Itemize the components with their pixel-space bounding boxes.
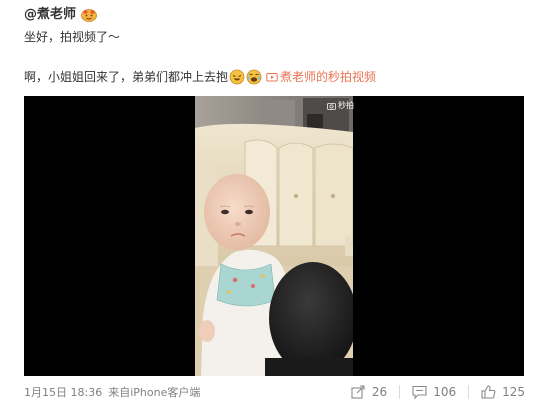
post-text-content: 啊，小姐姐回来了，弟弟们都冲上去抱 bbox=[24, 70, 229, 84]
post-actions: 26 106 125 bbox=[351, 378, 525, 406]
thumbs-up-icon bbox=[481, 385, 496, 399]
video-watermark: 秒拍 bbox=[327, 100, 354, 111]
repost-button[interactable]: 26 bbox=[351, 384, 399, 400]
post-text-line-1: 坐好，拍视频了～ bbox=[24, 30, 121, 44]
video-player[interactable]: 秒拍 bbox=[24, 96, 524, 376]
repost-count: 26 bbox=[371, 385, 388, 399]
comment-icon bbox=[412, 385, 427, 399]
comment-count: 106 bbox=[433, 385, 457, 399]
repost-icon bbox=[351, 385, 365, 399]
watermark-label: 秒拍 bbox=[338, 101, 354, 110]
video-link[interactable]: 煮老师的秒拍视频 bbox=[266, 68, 376, 86]
weibo-post: @煮老师 坐好，拍视频了～ 啊，小姐姐回来了，弟弟们都冲上去抱 煮老师的秒拍视频… bbox=[0, 0, 541, 414]
post-meta: 1月15日 18:36 来自 iPhone客户端 bbox=[24, 384, 200, 400]
author-line: @煮老师 bbox=[24, 6, 98, 24]
post-source[interactable]: iPhone客户端 bbox=[130, 384, 200, 400]
comment-button[interactable]: 106 bbox=[400, 384, 468, 400]
like-count: 125 bbox=[502, 385, 525, 399]
like-button[interactable]: 125 bbox=[469, 384, 525, 400]
video-link-label: 煮老师的秒拍视频 bbox=[280, 70, 377, 84]
camera-icon bbox=[327, 102, 336, 110]
emoji-face-icon bbox=[81, 9, 97, 22]
crying-laughing-emoji-icon bbox=[246, 69, 262, 85]
source-prefix: 来自 bbox=[108, 386, 131, 399]
video-icon bbox=[266, 73, 278, 82]
author-name[interactable]: @煮老师 bbox=[24, 6, 76, 24]
laughing-emoji-icon bbox=[229, 69, 245, 85]
post-footer: 1月15日 18:36 来自 iPhone客户端 26 106 125 bbox=[24, 378, 525, 406]
video-frame bbox=[195, 96, 353, 376]
post-timestamp[interactable]: 1月15日 18:36 bbox=[24, 384, 102, 400]
post-text-line-2: 啊，小姐姐回来了，弟弟们都冲上去抱 煮老师的秒拍视频 bbox=[24, 68, 376, 86]
